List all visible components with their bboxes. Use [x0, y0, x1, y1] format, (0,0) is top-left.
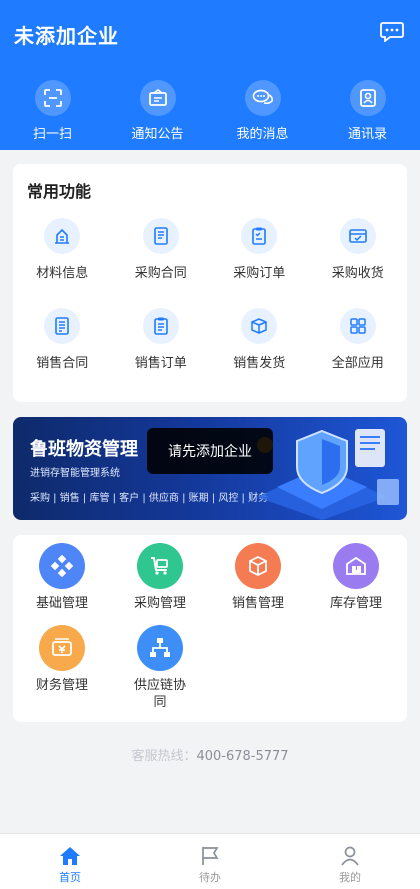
common-item-label: 销售订单 — [134, 356, 187, 371]
module-purchase-management[interactable]: 采购管理 — [111, 543, 209, 612]
module-sales-management[interactable]: 销售管理 — [209, 543, 307, 612]
toast-message: 请先添加企业 — [147, 428, 273, 474]
banner-subtitle: 进销存智能管理系统 — [30, 468, 120, 479]
common-item-purchase-contract[interactable]: 采购合同 — [112, 218, 211, 281]
modules-row-1: 基础管理 采购管理 销售管理 库存管理 — [13, 543, 407, 612]
common-item-label: 材料信息 — [36, 266, 89, 281]
common-item-label: 全部应用 — [331, 356, 384, 371]
supply-chain-icon — [137, 625, 183, 671]
module-supply-chain[interactable]: 供应链协同 — [111, 625, 209, 711]
module-label: 财务管理 — [35, 678, 88, 693]
module-basic-management[interactable]: 基础管理 — [13, 543, 111, 612]
quick-label: 我的消息 — [236, 127, 289, 142]
sales-delivery-icon — [241, 308, 278, 344]
header: 未添加企业 扫一扫 通知公告 我的消息 通讯录 — [0, 0, 420, 150]
module-label: 基础管理 — [35, 596, 88, 611]
module-label: 销售管理 — [231, 596, 284, 611]
banner-title: 鲁班物资管理 — [30, 439, 138, 460]
common-row-1: 材料信息 采购合同 采购订单 采购收货 — [13, 218, 407, 281]
module-label: 供应链协同 — [133, 678, 186, 710]
tab-todo[interactable]: 待办 — [140, 834, 280, 889]
quick-contacts[interactable]: 通讯录 — [315, 80, 420, 142]
quick-label: 通知公告 — [131, 127, 184, 142]
common-item-sales-contract[interactable]: 销售合同 — [13, 308, 112, 371]
purchase-contract-icon — [142, 218, 179, 254]
material-info-icon — [44, 218, 81, 254]
purchase-receive-icon — [339, 218, 376, 254]
tab-label: 首页 — [59, 871, 81, 884]
section-title: 常用功能 — [27, 182, 92, 201]
hotline-label: 客服热线： — [131, 749, 197, 764]
common-functions-card: 常用功能 材料信息 采购合同 采购订单 采购收货 销售合同 销售订单 销售发货 … — [13, 164, 407, 402]
common-item-label: 采购合同 — [134, 266, 187, 281]
common-item-label: 采购订单 — [233, 266, 286, 281]
sales-management-icon — [235, 543, 281, 589]
notice-icon — [139, 80, 176, 116]
common-item-purchase-order[interactable]: 采购订单 — [210, 218, 309, 281]
common-item-all-apps[interactable]: 全部应用 — [309, 308, 408, 371]
flag-icon — [202, 847, 219, 865]
quick-label: 通讯录 — [347, 127, 387, 142]
common-item-sales-delivery[interactable]: 销售发货 — [210, 308, 309, 371]
module-label: 采购管理 — [133, 596, 186, 611]
quick-messages[interactable]: 我的消息 — [210, 80, 315, 142]
customer-hotline: 客服热线：400-678-5777 — [0, 745, 420, 764]
basic-management-icon — [39, 543, 85, 589]
module-label: 库存管理 — [329, 596, 382, 611]
hotline-number[interactable]: 400-678-5777 — [196, 749, 288, 764]
module-inventory-management[interactable]: 库存管理 — [307, 543, 405, 612]
modules-card: 基础管理 采购管理 销售管理 库存管理 财务管理 供应链协同 — [13, 535, 407, 722]
user-icon — [341, 846, 359, 866]
banner-tags: 采购 | 销售 | 库管 | 客户 | 供应商 | 账期 | 风控 | 财务 — [30, 493, 269, 504]
quick-notice[interactable]: 通知公告 — [105, 80, 210, 142]
all-apps-icon — [339, 308, 376, 344]
chat-icon — [244, 80, 281, 116]
message-icon[interactable] — [380, 22, 404, 42]
tab-home[interactable]: 首页 — [0, 834, 140, 889]
tab-label: 我的 — [339, 871, 361, 884]
home-icon — [60, 847, 80, 865]
common-row-2: 销售合同 销售订单 销售发货 全部应用 — [13, 308, 407, 371]
common-item-label: 销售发货 — [233, 356, 286, 371]
inventory-management-icon — [333, 543, 379, 589]
common-item-material-info[interactable]: 材料信息 — [13, 218, 112, 281]
bottom-tab-bar: 首页 待办 我的 — [0, 833, 420, 889]
module-finance-management[interactable]: 财务管理 — [13, 625, 111, 711]
quick-label: 扫一扫 — [32, 127, 72, 142]
quick-actions: 扫一扫 通知公告 我的消息 通讯录 — [0, 80, 420, 142]
common-item-label: 采购收货 — [331, 266, 384, 281]
scan-icon — [34, 80, 71, 116]
tab-mine[interactable]: 我的 — [280, 834, 420, 889]
quick-scan[interactable]: 扫一扫 — [0, 80, 105, 142]
modules-row-2: 财务管理 供应链协同 — [13, 625, 407, 711]
common-item-sales-order[interactable]: 销售订单 — [112, 308, 211, 371]
purchase-management-icon — [137, 543, 183, 589]
company-title[interactable]: 未添加企业 — [14, 20, 119, 49]
sales-contract-icon — [44, 308, 81, 344]
common-item-purchase-receive[interactable]: 采购收货 — [309, 218, 408, 281]
contacts-icon — [349, 80, 386, 116]
purchase-order-icon — [241, 218, 278, 254]
common-item-label: 销售合同 — [36, 356, 89, 371]
finance-management-icon — [39, 625, 85, 671]
sales-order-icon — [142, 308, 179, 344]
tab-label: 待办 — [199, 871, 221, 884]
